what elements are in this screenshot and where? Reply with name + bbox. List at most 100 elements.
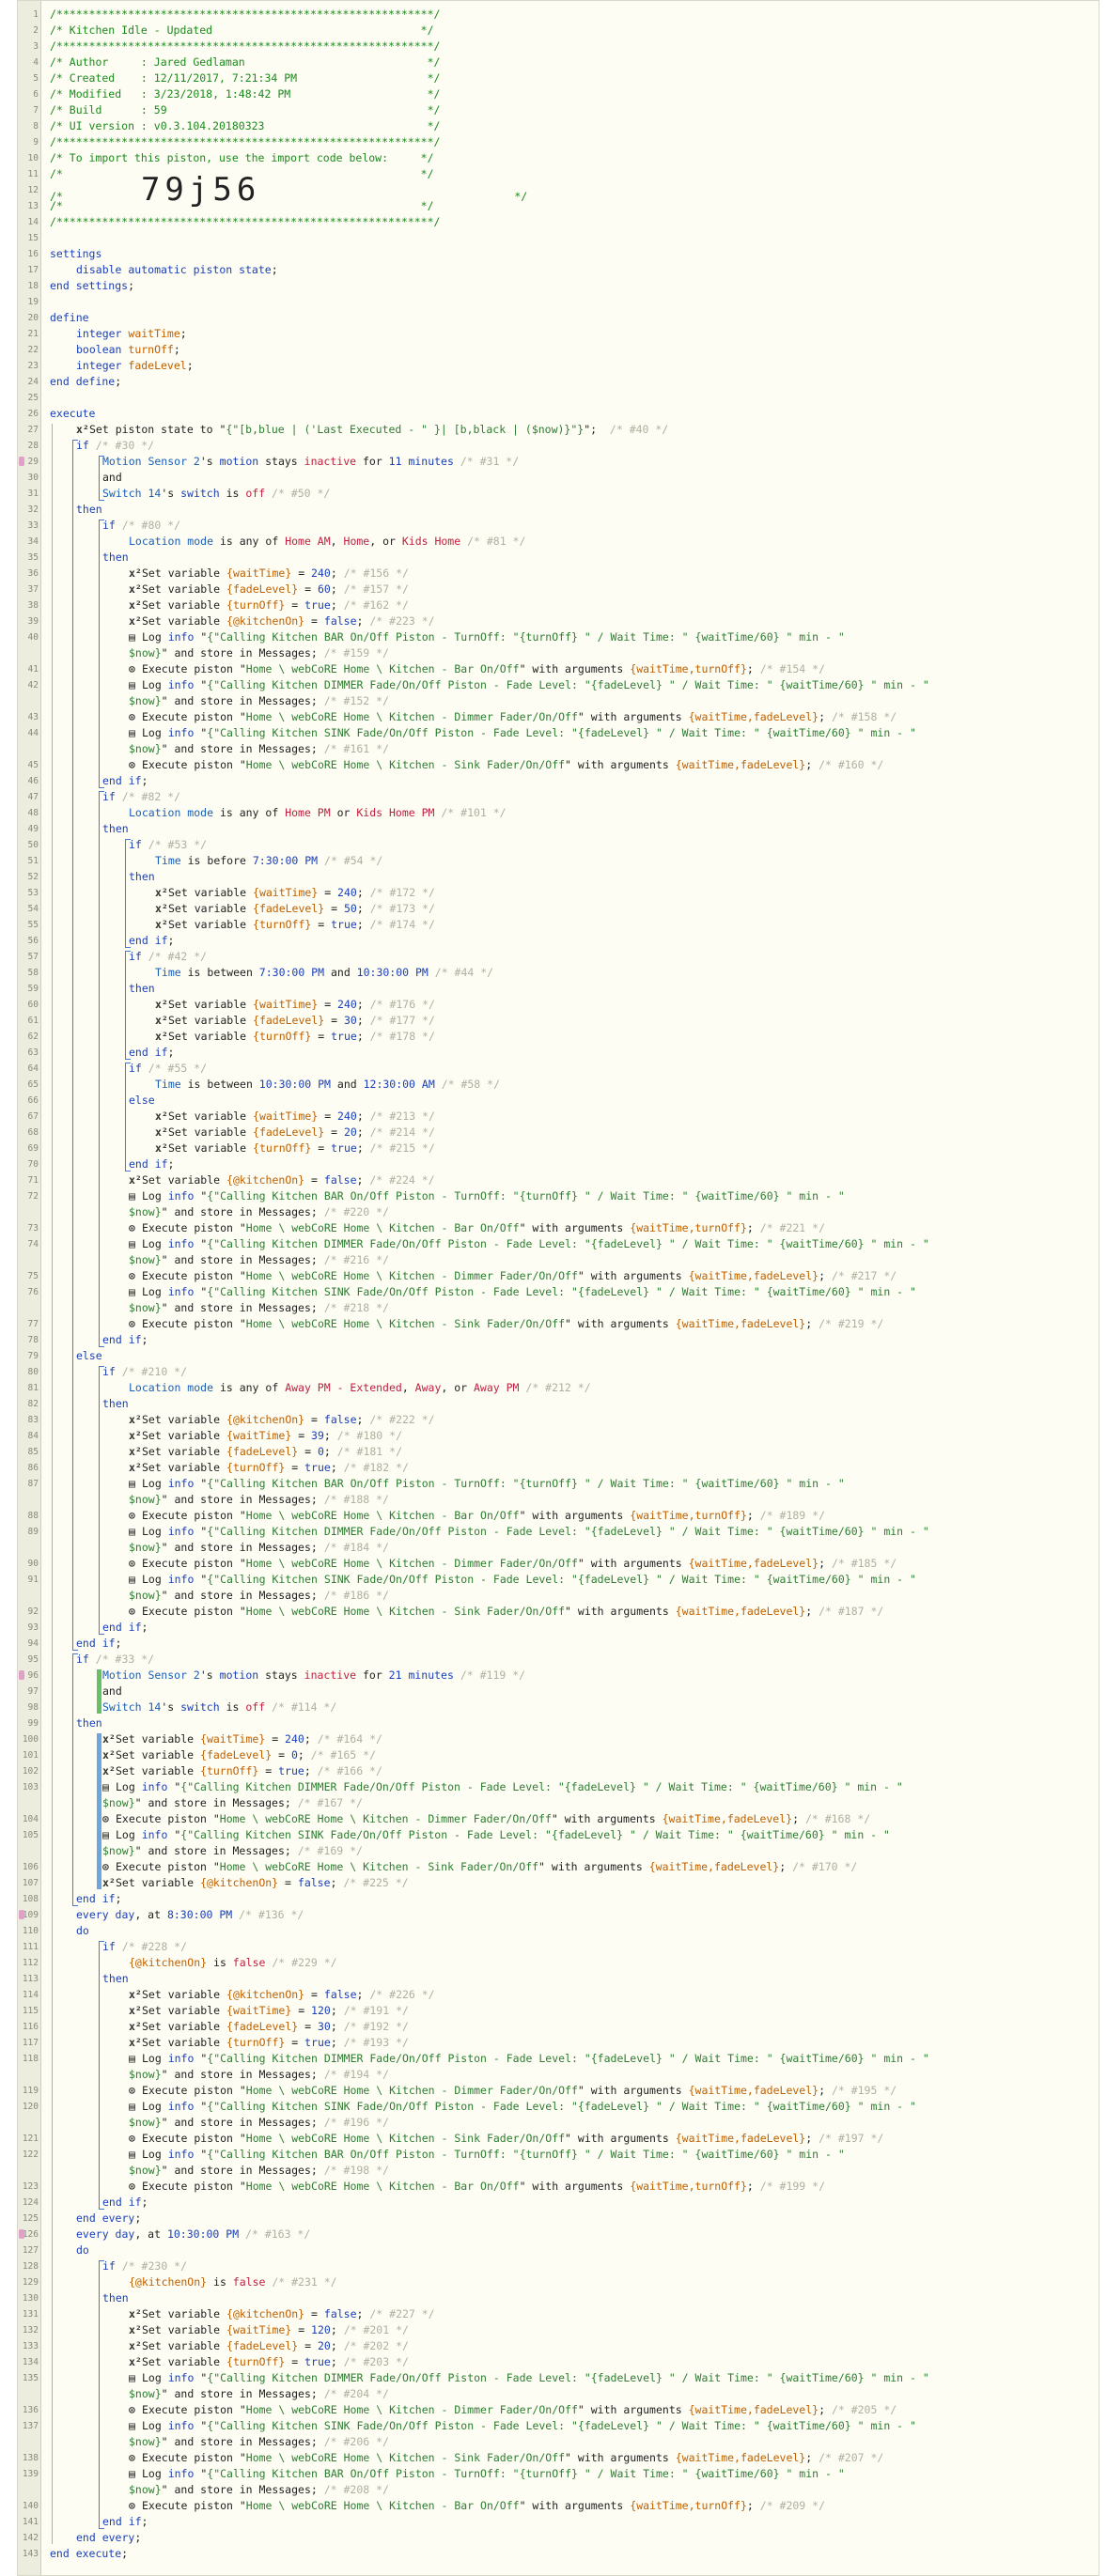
code-line[interactable]: x²Set variable {@kitchenOn} = false; /* … bbox=[129, 1172, 435, 1188]
code-line[interactable]: if /* #230 */ bbox=[102, 2258, 187, 2274]
code-line[interactable]: x²Set variable {@kitchenOn} = false; /* … bbox=[129, 1987, 435, 2003]
code-line[interactable]: /* */ bbox=[50, 198, 434, 214]
code-line[interactable]: ▤ Log info "{"Calling Kitchen BAR On/Off … bbox=[129, 629, 1052, 661]
code-line[interactable]: ▤ Log info "{"Calling Kitchen SINK Fade/O… bbox=[102, 1827, 1052, 1859]
code-line[interactable]: Location mode is any of Away PM - Extend… bbox=[129, 1380, 591, 1396]
code-line[interactable]: ⊙ Execute piston "Home \ webCoRE Home \ K… bbox=[102, 1859, 857, 1875]
code-line[interactable]: then bbox=[129, 981, 155, 997]
code-line[interactable]: Time is before 7:30:00 PM /* #54 */ bbox=[155, 853, 382, 869]
code-line[interactable]: x²Set variable {turnOff} = true; /* #162… bbox=[129, 597, 409, 613]
code-line[interactable]: ⊙ Execute piston "Home \ webCoRE Home \ K… bbox=[129, 2083, 897, 2099]
code-line[interactable]: if /* #80 */ bbox=[102, 518, 180, 534]
code-line[interactable]: /***************************************… bbox=[50, 39, 440, 54]
code-line[interactable]: integer fadeLevel; bbox=[76, 358, 194, 374]
code-line[interactable]: x²Set variable {fadeLevel} = 20; /* #214… bbox=[155, 1125, 435, 1141]
code-line[interactable]: end if; bbox=[102, 1332, 148, 1348]
code-line[interactable]: if /* #228 */ bbox=[102, 1939, 187, 1955]
code-line[interactable]: ⊙ Execute piston "Home \ webCoRE Home \ K… bbox=[129, 661, 825, 677]
code-line[interactable]: ⊙ Execute piston "Home \ webCoRE Home \ K… bbox=[129, 2402, 897, 2418]
code-line[interactable]: x²Set variable {fadeLevel} = 20; /* #202… bbox=[129, 2338, 409, 2354]
code-line[interactable]: every day, at 10:30:00 PM /* #163 */ bbox=[76, 2227, 310, 2242]
code-line[interactable]: if /* #33 */ bbox=[76, 1652, 154, 1668]
code-line[interactable]: x²Set variable {fadeLevel} = 0; /* #165 … bbox=[102, 1747, 376, 1763]
code-line[interactable]: ▤ Log info "{"Calling Kitchen BAR On/Off … bbox=[129, 1188, 1052, 1220]
code-line[interactable]: end if; bbox=[129, 1045, 174, 1061]
code-line[interactable]: Location mode is any of Home PM or Kids … bbox=[129, 805, 507, 821]
code-line[interactable]: Time is between 10:30:00 PM and 12:30:00… bbox=[155, 1077, 500, 1093]
code-line[interactable]: and bbox=[102, 470, 122, 486]
code-line[interactable]: ⊙ Execute piston "Home \ webCoRE Home \ K… bbox=[129, 2131, 883, 2147]
code-line[interactable]: x²Set variable {waitTime} = 120; /* #201… bbox=[129, 2322, 409, 2338]
code-line[interactable]: x²Set variable {waitTime} = 240; /* #164… bbox=[102, 1731, 382, 1747]
code-line[interactable]: x²Set variable {fadeLevel} = 30; /* #177… bbox=[155, 1013, 435, 1029]
code-line[interactable]: end if; bbox=[129, 1156, 174, 1172]
code-line[interactable]: end settings; bbox=[50, 278, 134, 294]
code-line[interactable]: then bbox=[102, 1971, 129, 1987]
code-line[interactable]: {@kitchenOn} is false /* #231 */ bbox=[129, 2274, 337, 2290]
code-line[interactable]: end if; bbox=[102, 1620, 148, 1636]
code-line[interactable]: /* UI version : v0.3.104.20180323 */ bbox=[50, 118, 440, 134]
code-line[interactable]: end every; bbox=[76, 2211, 141, 2227]
code-line[interactable]: ⊙ Execute piston "Home \ webCoRE Home \ K… bbox=[129, 2450, 883, 2466]
code-line[interactable]: if /* #30 */ bbox=[76, 438, 154, 454]
code-line[interactable]: x²Set variable {@kitchenOn} = false; /* … bbox=[129, 2306, 435, 2322]
code-line[interactable]: x²Set variable {turnOff} = true; /* #215… bbox=[155, 1141, 435, 1156]
code-line[interactable]: and bbox=[102, 1684, 122, 1699]
code-line[interactable]: Time is between 7:30:00 PM and 10:30:00 … bbox=[155, 965, 493, 981]
code-line[interactable]: x²Set variable {turnOff} = true; /* #182… bbox=[129, 1460, 409, 1476]
code-line[interactable]: ⊙ Execute piston "Home \ webCoRE Home \ K… bbox=[129, 757, 883, 773]
code-line[interactable]: Location mode is any of Home AM, Home, o… bbox=[129, 534, 525, 550]
code-line[interactable]: x²Set variable {waitTime} = 39; /* #180 … bbox=[129, 1428, 402, 1444]
code-line[interactable]: ▤ Log info "{"Calling Kitchen DIMMER Fade… bbox=[129, 2370, 1052, 2402]
code-line[interactable]: ▤ Log info "{"Calling Kitchen SINK Fade/O… bbox=[129, 2418, 1052, 2450]
code-line[interactable]: integer waitTime; bbox=[76, 326, 187, 342]
code-line[interactable]: ⊙ Execute piston "Home \ webCoRE Home \ K… bbox=[129, 1604, 883, 1620]
code-line[interactable]: settings bbox=[50, 246, 101, 262]
code-line[interactable]: do bbox=[76, 2242, 89, 2258]
code-line[interactable]: {@kitchenOn} is false /* #229 */ bbox=[129, 1955, 337, 1971]
code-line[interactable]: ▤ Log info "{"Calling Kitchen DIMMER Fade… bbox=[129, 1236, 1052, 1268]
code-line[interactable]: Motion Sensor 2's motion stays inactive … bbox=[102, 1668, 525, 1684]
code-line[interactable]: end if; bbox=[76, 1891, 121, 1907]
code-line[interactable]: then bbox=[129, 869, 155, 885]
code-line[interactable]: Motion Sensor 2's motion stays inactive … bbox=[102, 454, 519, 470]
code-line[interactable]: then bbox=[102, 2290, 129, 2306]
code-line[interactable]: x²Set piston state to "{"[b,blue | ('Las… bbox=[76, 422, 668, 438]
code-line[interactable]: ⊙ Execute piston "Home \ webCoRE Home \ K… bbox=[129, 1220, 825, 1236]
code-line[interactable]: ▤ Log info "{"Calling Kitchen DIMMER Fade… bbox=[129, 1524, 1052, 1556]
code-line[interactable]: end if; bbox=[102, 2195, 148, 2211]
code-line[interactable]: end every; bbox=[76, 2530, 141, 2546]
code-line[interactable]: end define; bbox=[50, 374, 121, 390]
code-line[interactable]: x²Set variable {turnOff} = true; /* #178… bbox=[155, 1029, 435, 1045]
code-line[interactable]: end if; bbox=[129, 933, 174, 949]
code-line[interactable]: define bbox=[50, 310, 89, 326]
code-line[interactable]: every day, at 8:30:00 PM /* #136 */ bbox=[76, 1907, 304, 1923]
code-line[interactable]: x²Set variable {fadeLevel} = 30; /* #192… bbox=[129, 2019, 409, 2035]
code-line[interactable]: /***************************************… bbox=[50, 7, 440, 23]
code-line[interactable]: if /* #42 */ bbox=[129, 949, 207, 965]
code-line[interactable]: ⊙ Execute piston "Home \ webCoRE Home \ K… bbox=[129, 1316, 883, 1332]
code-line[interactable]: /* Kitchen Idle - Updated */ bbox=[50, 23, 434, 39]
code-line[interactable]: ▤ Log info "{"Calling Kitchen SINK Fade/O… bbox=[129, 725, 1052, 757]
code-line[interactable]: ▤ Log info "{"Calling Kitchen SINK Fade/O… bbox=[129, 1284, 1052, 1316]
code-line[interactable]: x²Set variable {@kitchenOn} = false; /* … bbox=[129, 1412, 435, 1428]
code-line[interactable]: x²Set variable {fadeLevel} = 50; /* #173… bbox=[155, 901, 435, 917]
code-line[interactable]: then bbox=[76, 1715, 102, 1731]
code-line[interactable]: /***************************************… bbox=[50, 134, 440, 150]
code-line[interactable]: ⊙ Execute piston "Home \ webCoRE Home \ K… bbox=[129, 1556, 897, 1572]
code-line[interactable]: if /* #82 */ bbox=[102, 789, 180, 805]
code-line[interactable]: end if; bbox=[102, 773, 148, 789]
code-line[interactable]: ▤ Log info "{"Calling Kitchen SINK Fade/O… bbox=[129, 2099, 1052, 2131]
code-line[interactable]: x²Set variable {turnOff} = true; /* #193… bbox=[129, 2035, 409, 2051]
code-line[interactable]: ▤ Log info "{"Calling Kitchen BAR On/Off … bbox=[129, 2147, 1052, 2179]
code-line[interactable]: ⊙ Execute piston "Home \ webCoRE Home \ K… bbox=[129, 2179, 825, 2195]
code-line[interactable]: /* Build : 59 */ bbox=[50, 102, 440, 118]
code-line[interactable]: ▤ Log info "{"Calling Kitchen BAR On/Off … bbox=[129, 1476, 1052, 1508]
code-line[interactable]: then bbox=[102, 821, 129, 837]
code-line[interactable]: then bbox=[102, 550, 129, 566]
code-line[interactable]: ⊙ Execute piston "Home \ webCoRE Home \ K… bbox=[102, 1811, 870, 1827]
code-line[interactable]: ▤ Log info "{"Calling Kitchen DIMMER Fade… bbox=[129, 2051, 1052, 2083]
code-line[interactable]: /* Author : Jared Gedlaman */ bbox=[50, 54, 440, 70]
code-line[interactable]: disable automatic piston state; bbox=[76, 262, 278, 278]
code-line[interactable]: x²Set variable {fadeLevel} = 0; /* #181 … bbox=[129, 1444, 402, 1460]
